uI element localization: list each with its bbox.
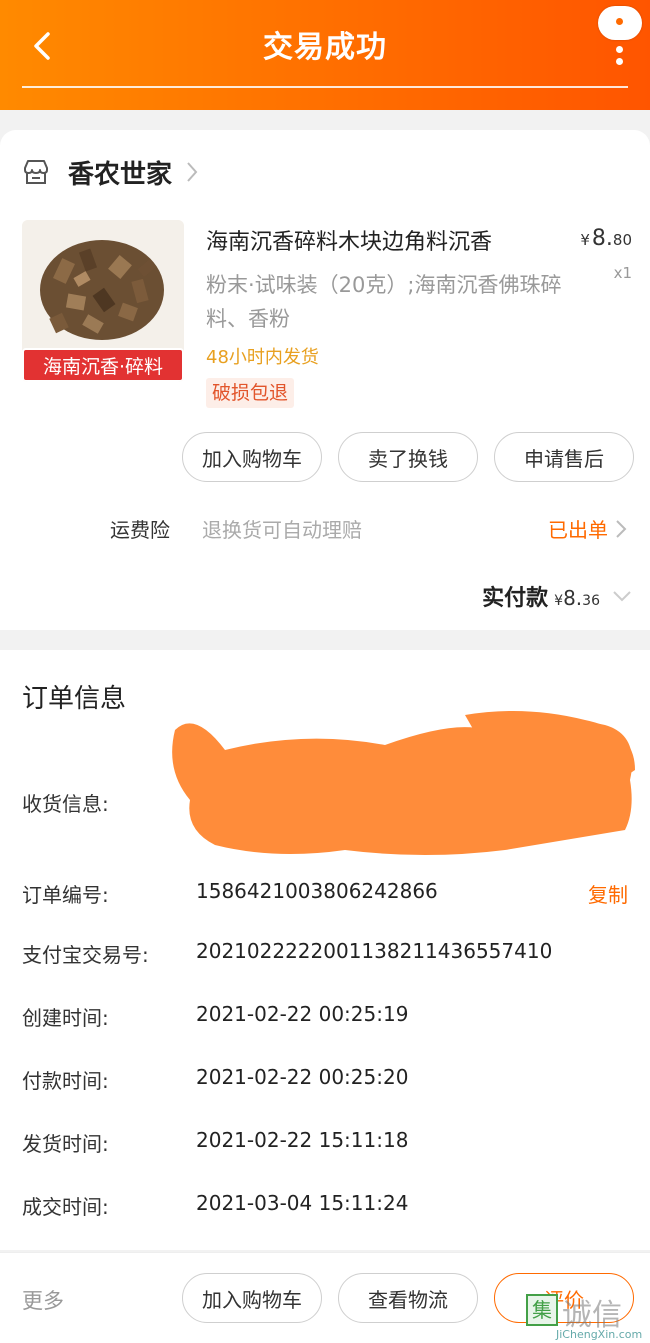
product-price: ¥8.80	[580, 226, 632, 251]
shipping-note: 48小时内发货	[206, 347, 319, 368]
receiver-label: 收货信息:	[22, 792, 109, 816]
closed-time-value: 2021-03-04 15:11:24	[196, 1191, 409, 1215]
order-number-value: 1586421003806242866	[196, 879, 438, 903]
closed-time-label: 成交时间:	[22, 1195, 109, 1219]
shop-name: 香农世家	[68, 159, 173, 190]
product-card: 香农世家 海南沉香·碎料 海南沉香碎料木块边角料沉香 ¥8.80 x1 粉末·试…	[0, 130, 650, 630]
shipped-time-label: 发货时间:	[22, 1132, 109, 1156]
more-menu-icon[interactable]	[598, 6, 642, 76]
product-quantity: x1	[613, 264, 632, 282]
header-divider	[22, 86, 628, 88]
view-logistics-button[interactable]: 查看物流	[338, 1273, 478, 1323]
alipay-trade-label: 支付宝交易号:	[22, 943, 149, 967]
watermark-logo-icon: 集	[526, 1294, 558, 1326]
resell-button[interactable]: 卖了换钱	[338, 432, 478, 482]
shipping-insurance-desc: 退换货可自动理赔	[202, 518, 362, 542]
product-title[interactable]: 海南沉香碎料木块边角料沉香	[206, 224, 492, 256]
site-watermark: 集 诚信 JiChengXin.com	[526, 1290, 646, 1341]
order-info-heading: 订单信息	[22, 684, 127, 714]
watermark-url: JiChengXin.com	[556, 1328, 643, 1341]
product-spec: 粉末·试味装（20克）;海南沉香佛珠碎料、香粉	[206, 273, 562, 331]
refund-tag: 破损包退	[206, 378, 295, 408]
chevron-down-icon	[613, 591, 631, 602]
created-time-label: 创建时间:	[22, 1006, 109, 1030]
chevron-right-icon	[187, 162, 198, 182]
add-to-cart-button[interactable]: 加入购物车	[182, 432, 322, 482]
shipping-insurance-label: 运费险	[110, 518, 170, 542]
insurance-status-link[interactable]: 已出单	[548, 514, 628, 543]
copy-order-number-button[interactable]: 复制	[588, 879, 628, 908]
chevron-right-icon	[616, 519, 627, 538]
paid-time-value: 2021-02-22 00:25:20	[196, 1065, 409, 1089]
alipay-trade-value: 2021022222001138211436557410	[196, 939, 553, 963]
page-title: 交易成功	[263, 30, 387, 65]
order-number-label: 订单编号:	[22, 883, 109, 907]
bottom-add-to-cart-button[interactable]: 加入购物车	[182, 1273, 322, 1323]
address-redaction-scribble	[172, 711, 635, 855]
product-image[interactable]: 海南沉香·碎料	[22, 220, 184, 382]
shipped-time-value: 2021-02-22 15:11:18	[196, 1128, 409, 1152]
image-label: 海南沉香·碎料	[22, 348, 184, 382]
created-time-value: 2021-02-22 00:25:19	[196, 1002, 409, 1026]
order-info-card: 订单信息 收货信息: 订单编号: 1586421003806242866 复制 …	[0, 650, 650, 1250]
store-icon	[24, 160, 48, 184]
more-button[interactable]: 更多	[22, 1285, 64, 1315]
after-sale-button[interactable]: 申请售后	[494, 432, 634, 482]
paid-amount-row[interactable]: 实付款 ¥8.36	[482, 580, 632, 612]
header-bar: 交易成功	[0, 0, 650, 110]
paid-time-label: 付款时间:	[22, 1069, 109, 1093]
shop-link[interactable]: 香农世家	[22, 150, 198, 194]
